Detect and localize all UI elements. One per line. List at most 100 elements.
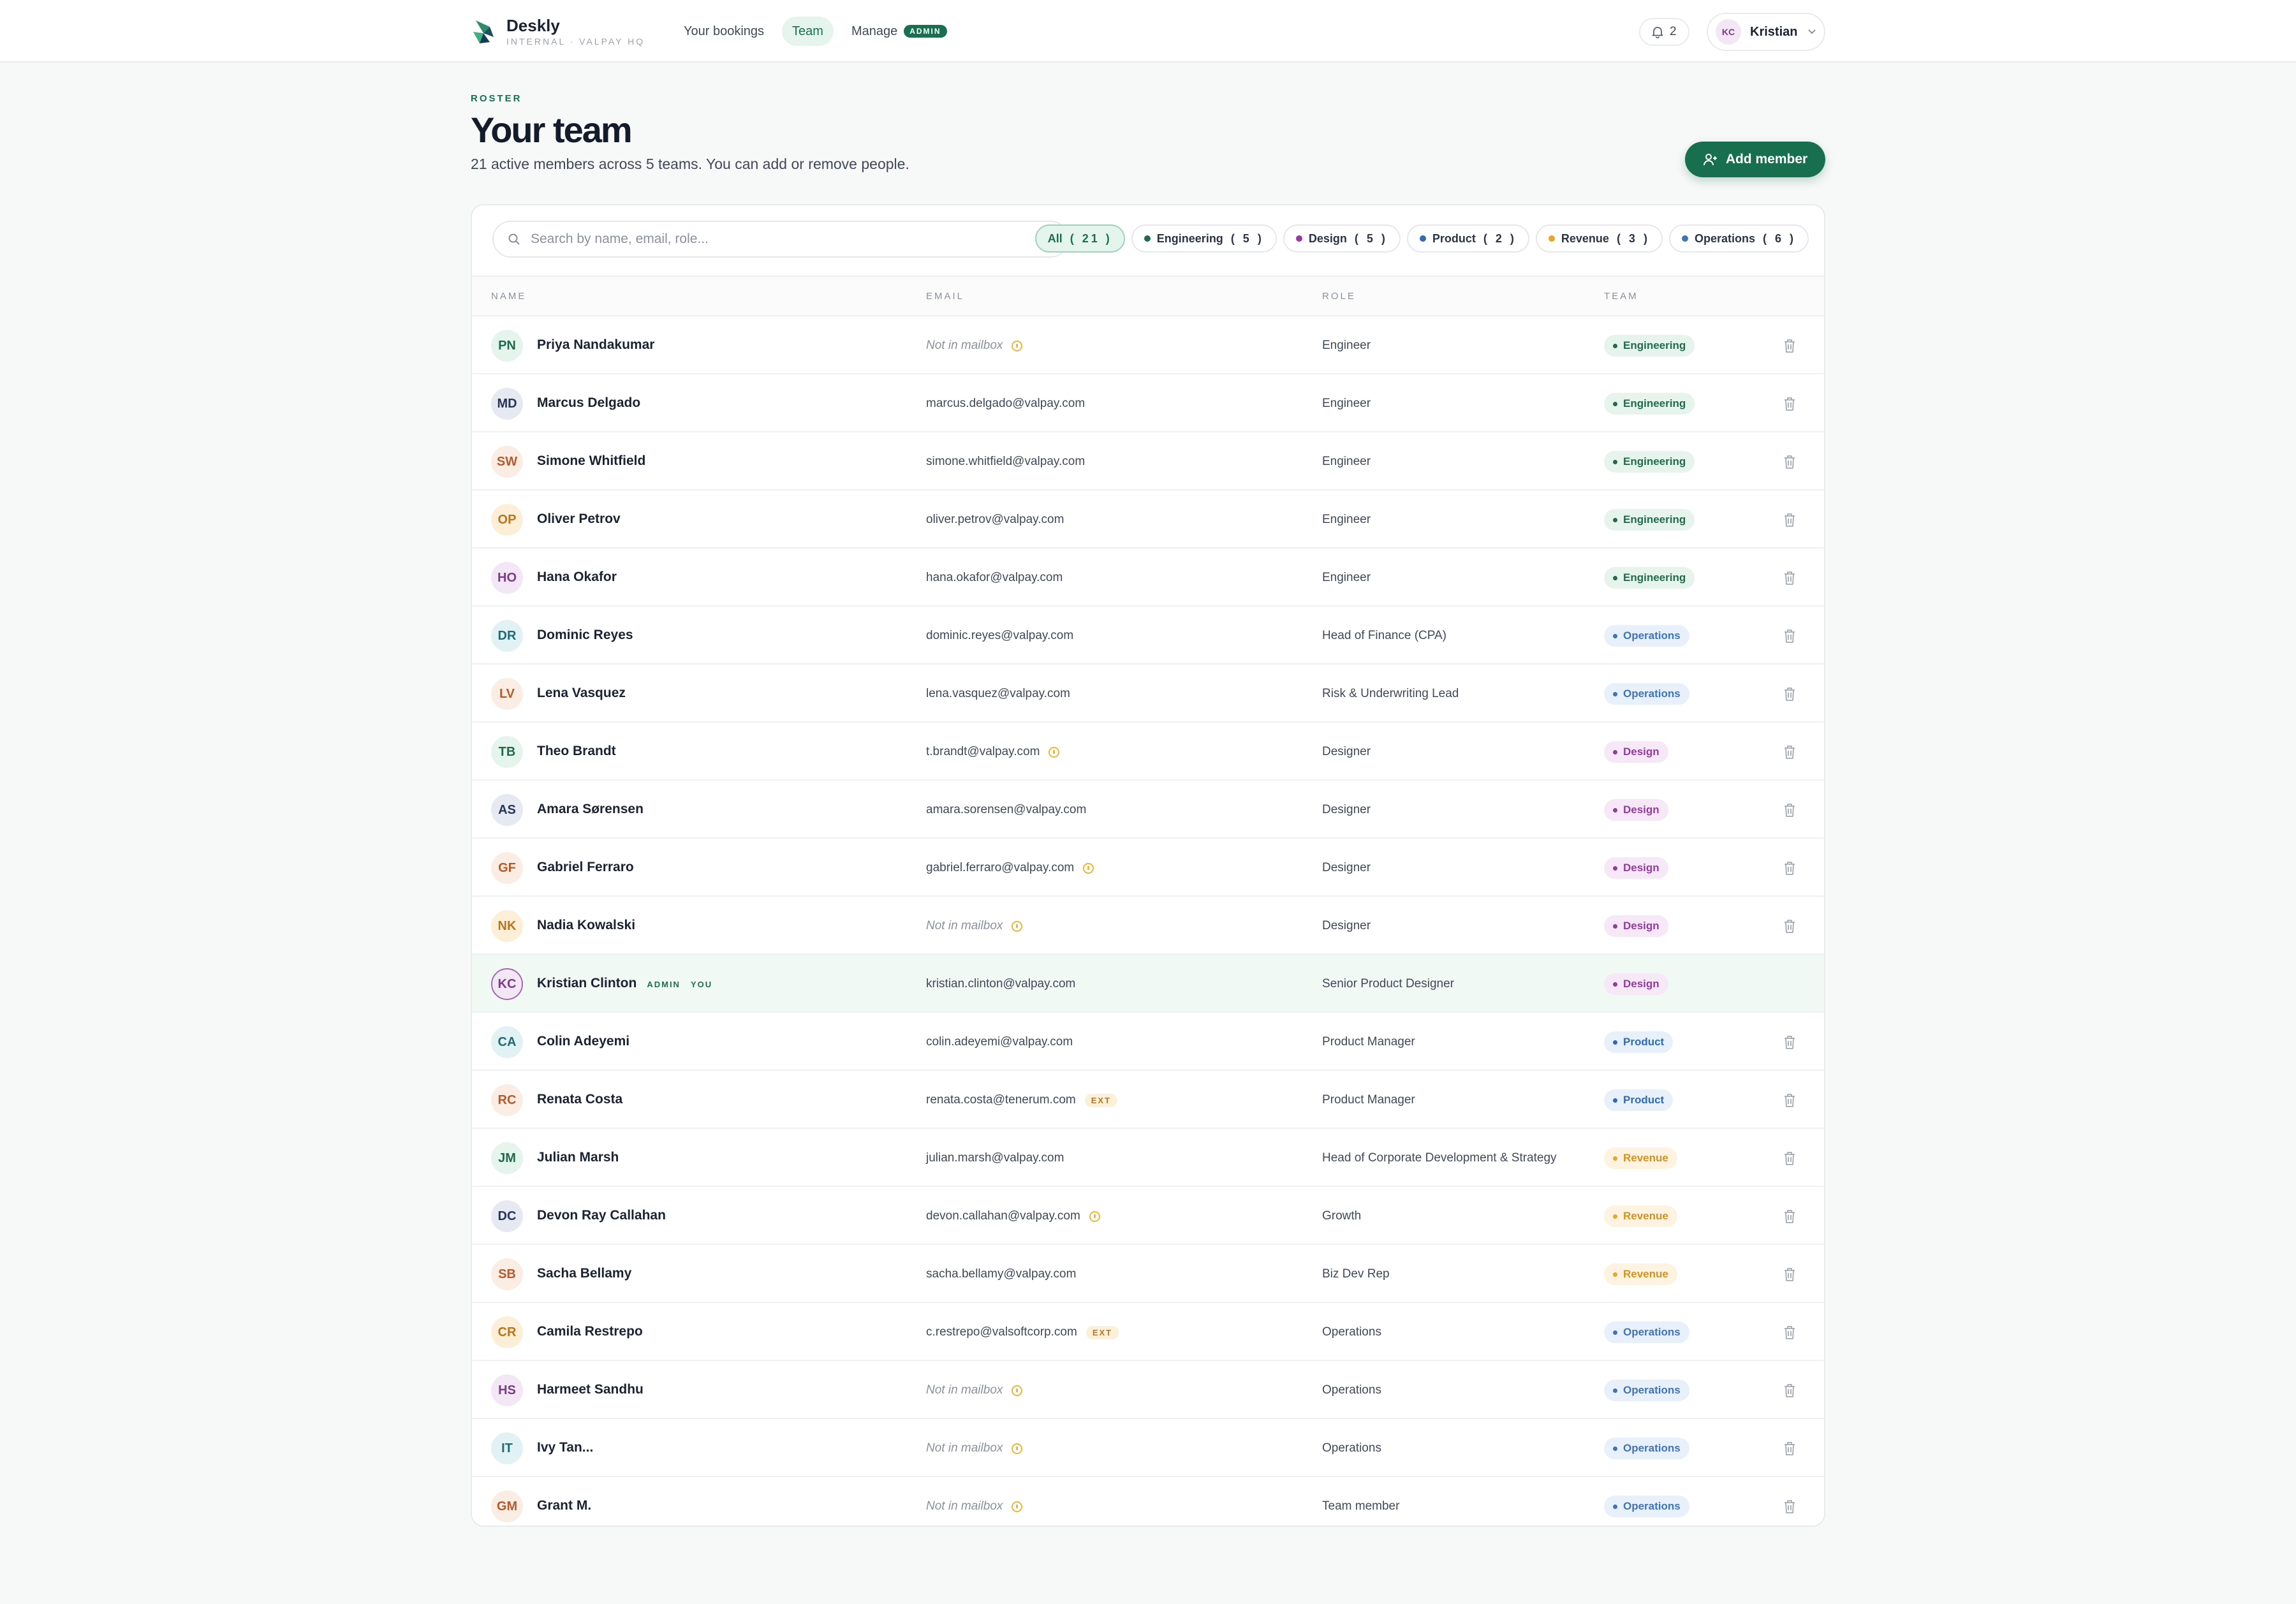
- notifications-button[interactable]: 2: [1639, 18, 1689, 46]
- trash-icon[interactable]: [1781, 685, 1798, 703]
- team-color-dot: [1613, 923, 1617, 929]
- avatar: CA: [491, 1026, 523, 1058]
- filter-chip-count: ( 6 ): [1762, 232, 1796, 245]
- add-member-button[interactable]: Add member: [1685, 142, 1825, 177]
- table-row[interactable]: HS Harmeet Sandhu Not in mailbox Operations…: [472, 1361, 1824, 1419]
- nav-your-bookings[interactable]: Your bookings: [673, 17, 774, 46]
- member-email-cell: renata.costa@tenerum.com EXT: [926, 1093, 1118, 1107]
- member-name: Sacha Bellamy: [537, 1266, 632, 1281]
- table-row[interactable]: DC Devon Ray Callahan devon.callahan@valpa…: [472, 1187, 1824, 1245]
- search-box[interactable]: [492, 221, 1069, 258]
- member-email: hana.okafor@valpay.com: [926, 571, 1063, 584]
- trash-icon[interactable]: [1781, 1207, 1798, 1225]
- filter-chip-operations[interactable]: Operations ( 6 ): [1668, 224, 1809, 253]
- trash-icon[interactable]: [1781, 1439, 1798, 1457]
- table-row[interactable]: PN Priya Nandakumar Not in mailbox Engineer…: [472, 316, 1824, 374]
- member-name-cell: Grant M.: [537, 1498, 591, 1513]
- table-row[interactable]: SB Sacha Bellamy sacha.bellamy@valpay.com B…: [472, 1245, 1824, 1303]
- avatar: HS: [491, 1374, 523, 1406]
- trash-icon[interactable]: [1781, 917, 1798, 935]
- member-role: Operations: [1322, 1441, 1381, 1455]
- table-row[interactable]: CR Camila Restrepo c.restrepo@valsoftcorp.…: [472, 1303, 1824, 1361]
- member-role: Head of Corporate Development & Strategy: [1322, 1151, 1557, 1165]
- member-name-cell: Camila Restrepo: [537, 1324, 643, 1339]
- filter-chip-revenue[interactable]: Revenue ( 3 ): [1535, 224, 1663, 253]
- table-row[interactable]: NK Nadia Kowalski Not in mailbox Designer De…: [472, 897, 1824, 955]
- member-email-cell: devon.callahan@valpay.com: [926, 1209, 1100, 1223]
- team-badge: Product: [1604, 1089, 1674, 1111]
- table-row[interactable]: HO Hana Okafor hana.okafor@valpay.com Engin…: [472, 548, 1824, 607]
- member-email: dominic.reyes@valpay.com: [926, 629, 1074, 642]
- table-row[interactable]: DR Dominic Reyes dominic.reyes@valpay.com H…: [472, 607, 1824, 665]
- member-email-cell: dominic.reyes@valpay.com: [926, 629, 1073, 643]
- user-menu[interactable]: KC Kristian: [1707, 13, 1825, 51]
- member-email-cell: amara.sorensen@valpay.com: [926, 803, 1086, 817]
- trash-icon[interactable]: [1781, 511, 1798, 529]
- trash-icon[interactable]: [1781, 1381, 1798, 1399]
- member-email: oliver.petrov@valpay.com: [926, 513, 1064, 526]
- member-name-cell: Oliver Petrov: [537, 511, 621, 527]
- nav-manage[interactable]: Manage ADMIN: [841, 17, 957, 46]
- member-name-cell: Gabriel Ferraro: [537, 860, 634, 875]
- member-name: Renata Costa: [537, 1092, 623, 1107]
- member-name-cell: Hana Okafor: [537, 570, 617, 585]
- member-name-cell: Kristian Clinton ADMIN YOU: [537, 976, 712, 991]
- trash-icon[interactable]: [1781, 1323, 1798, 1341]
- trash-icon[interactable]: [1781, 743, 1798, 761]
- brand[interactable]: Deskly INTERNAL · VALPAY HQ: [471, 17, 645, 47]
- team-badge: Design: [1604, 915, 1668, 937]
- table-row[interactable]: MD Marcus Delgado marcus.delgado@valpay.co…: [472, 374, 1824, 432]
- team-badge: Engineering: [1604, 393, 1695, 415]
- warning-icon: [1049, 746, 1060, 758]
- filter-chip-design[interactable]: Design ( 5 ): [1283, 224, 1401, 253]
- nav-team[interactable]: Team: [782, 17, 834, 46]
- filter-chip-count: ( 21 ): [1070, 232, 1112, 245]
- notifications-count: 2: [1670, 25, 1677, 38]
- member-email: gabriel.ferraro@valpay.com: [926, 861, 1075, 874]
- member-role: Product Manager: [1322, 1093, 1415, 1107]
- member-name-cell: Renata Costa: [537, 1092, 622, 1107]
- table-row[interactable]: AS Amara Sørensen amara.sorensen@valpay.co…: [472, 781, 1824, 839]
- member-name: Priya Nandakumar: [537, 337, 655, 352]
- member-role: Engineer: [1322, 455, 1371, 468]
- table-row[interactable]: GM Grant M. Not in mailbox Team member Opera…: [472, 1477, 1824, 1526]
- filter-chip-engineering[interactable]: Engineering ( 5 ): [1131, 224, 1277, 253]
- trash-icon[interactable]: [1781, 859, 1798, 877]
- team-color-dot: [1419, 235, 1426, 242]
- trash-icon[interactable]: [1781, 395, 1798, 413]
- team-badge: Product: [1604, 1031, 1674, 1053]
- table-row[interactable]: IT Ivy Tan... Not in mailbox Operations Oper…: [472, 1419, 1824, 1477]
- trash-icon[interactable]: [1781, 1497, 1798, 1515]
- table-row[interactable]: GF Gabriel Ferraro gabriel.ferraro@valpay.…: [472, 839, 1824, 897]
- trash-icon[interactable]: [1781, 801, 1798, 819]
- trash-icon[interactable]: [1781, 337, 1798, 355]
- team-color-dot: [1613, 1214, 1617, 1219]
- table-row[interactable]: LV Lena Vasquez lena.vasquez@valpay.com Ris…: [472, 665, 1824, 723]
- you-tag: YOU: [690, 980, 713, 989]
- table-row[interactable]: TB Theo Brandt t.brandt@valpay.com Designer…: [472, 723, 1824, 781]
- trash-icon[interactable]: [1781, 1149, 1798, 1167]
- team-badge: Revenue: [1604, 1147, 1677, 1169]
- trash-icon[interactable]: [1781, 1033, 1798, 1051]
- trash-icon[interactable]: [1781, 453, 1798, 471]
- team-color-dot: [1613, 1330, 1617, 1335]
- team-color-dot: [1613, 982, 1617, 987]
- team-badge: Operations: [1604, 1380, 1689, 1401]
- filter-chip-product[interactable]: Product ( 2 ): [1406, 224, 1529, 253]
- table-row[interactable]: KC Kristian Clinton ADMIN YOU kristian.clint…: [472, 955, 1824, 1013]
- avatar: GF: [491, 852, 523, 884]
- trash-icon[interactable]: [1781, 569, 1798, 587]
- table-row[interactable]: OP Oliver Petrov oliver.petrov@valpay.com E…: [472, 490, 1824, 548]
- table-row[interactable]: SW Simone Whitfield simone.whitfield@valpa…: [472, 432, 1824, 490]
- trash-icon[interactable]: [1781, 1265, 1798, 1283]
- member-email: Not in mailbox: [926, 1499, 1003, 1513]
- filter-chip-all[interactable]: All ( 21 ): [1034, 224, 1125, 253]
- table-row[interactable]: RC Renata Costa renata.costa@tenerum.com EX…: [472, 1071, 1824, 1129]
- trash-icon[interactable]: [1781, 627, 1798, 645]
- team-color-dot: [1613, 749, 1617, 754]
- table-row[interactable]: JM Julian Marsh julian.marsh@valpay.com Hea…: [472, 1129, 1824, 1187]
- search-input[interactable]: [529, 231, 1040, 247]
- member-email-cell: julian.marsh@valpay.com: [926, 1151, 1064, 1165]
- trash-icon[interactable]: [1781, 1091, 1798, 1109]
- table-row[interactable]: CA Colin Adeyemi colin.adeyemi@valpay.com P…: [472, 1013, 1824, 1071]
